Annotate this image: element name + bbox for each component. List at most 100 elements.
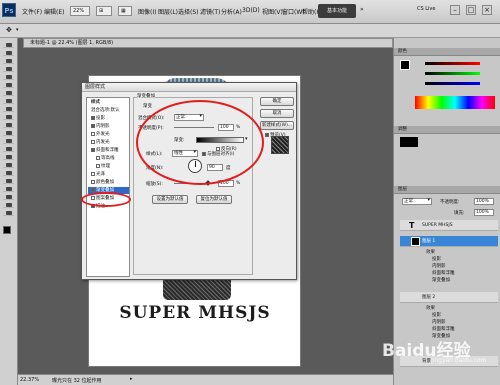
style-color-overlay[interactable]: 颜色叠加 [88,179,129,186]
layer2-effect[interactable]: 投影 [432,312,441,318]
cs-live-button[interactable]: CS Live [417,6,435,12]
green-slider[interactable] [425,72,480,75]
checkbox[interactable] [96,155,100,160]
layer1-effect[interactable]: 渐变叠加 [432,277,450,283]
dodge-tool-icon[interactable] [3,146,14,152]
checkbox[interactable] [91,123,95,128]
layer-fill-input[interactable]: 100% [474,209,494,216]
menu-image[interactable]: 图像(I) [138,7,156,16]
style-list-blend-options[interactable]: 混合选项:默认 [88,107,129,114]
layer1-effect[interactable]: 斜面和浮雕 [432,270,455,276]
layer2-effect[interactable]: 斜面和浮雕 [432,326,455,332]
color-spectrum-ramp[interactable] [415,96,495,109]
status-zoom[interactable]: 22.37% [20,377,39,383]
chevron-down-icon[interactable]: ▾ [16,27,19,33]
ok-button[interactable]: 确定 [260,97,294,106]
shape-tool-icon[interactable] [3,178,14,184]
move-tool-icon[interactable]: ✥ [6,26,12,34]
layer-opacity-input[interactable]: 100% [474,198,494,205]
eyedropper-tool-icon[interactable] [3,82,14,88]
checkbox[interactable] [96,163,100,168]
3d-rotate-tool-icon[interactable] [3,186,14,192]
arrange-documents-icon[interactable]: ▦ [118,6,132,16]
view-extras-icon[interactable]: ⊞ [96,6,112,16]
style-satin[interactable]: 光泽 [88,171,129,178]
checkbox[interactable] [91,171,95,176]
document-tab[interactable]: 未标题-1 @ 22.4% (图层 1, RGB/8) [23,38,393,48]
menu-edit[interactable]: 编辑(E) [44,7,64,16]
close-icon[interactable]: × [482,5,492,15]
menu-3d[interactable]: 3D(D) [242,7,260,14]
style-outer-glow[interactable]: 外发光 [88,131,129,138]
cancel-button[interactable]: 取消 [260,109,294,118]
layer-fill-label: 填充: [454,211,465,216]
panel-header-color[interactable]: 颜色 [394,48,500,56]
workspace-menu-icon[interactable]: » [360,6,364,13]
menu-select[interactable]: 选择(S) [178,7,199,16]
checkbox[interactable] [91,179,95,184]
percent-unit: % [236,181,241,186]
menu-filter[interactable]: 滤镜(T) [200,7,220,16]
style-list-header[interactable]: 样式 [88,99,129,106]
workspace-switcher[interactable]: 基本功能 [318,4,356,18]
checkbox[interactable] [91,187,95,192]
layer-row-layer2[interactable]: 图层 2 [400,292,498,303]
red-slider[interactable] [425,62,480,65]
style-inner-glow[interactable]: 内发光 [88,139,129,146]
type-tool-icon[interactable] [3,162,14,168]
menu-view[interactable]: 视图(V) [262,7,283,16]
blur-tool-icon[interactable] [3,138,14,144]
quick-select-tool-icon[interactable] [3,66,14,72]
crop-tool-icon[interactable] [3,74,14,80]
panel-header-layers[interactable]: 图层 [394,186,500,194]
history-brush-icon[interactable] [3,114,14,120]
minimize-icon[interactable]: – [450,5,460,15]
marquee-tool-icon[interactable] [3,50,14,56]
checkbox[interactable] [91,131,95,136]
3d-camera-tool-icon[interactable] [3,194,14,200]
checkbox[interactable] [91,115,95,120]
style-bevel-emboss[interactable]: 斜面和浮雕 [88,147,129,154]
style-contour[interactable]: 等高线 [88,155,129,162]
lasso-tool-icon[interactable] [3,58,14,64]
style-label: 纹理 [101,164,110,169]
path-select-tool-icon[interactable] [3,170,14,176]
healing-brush-icon[interactable] [3,90,14,96]
highlight-ellipse-settings [136,100,264,185]
blue-slider[interactable] [425,82,480,85]
zoom-level-box[interactable]: 22% [70,6,90,16]
pen-tool-icon[interactable] [3,154,14,160]
menu-file[interactable]: 文件(F) [22,7,42,16]
move-tool-icon[interactable] [3,42,14,48]
foreground-color-swatch[interactable] [3,226,11,234]
layer-blend-select[interactable]: 正常 [402,198,432,205]
brush-tool-icon[interactable] [3,98,14,104]
baidu-watermark-url: jingyan.baidu.com [431,357,487,364]
reset-default-button[interactable]: 复位为默认值 [196,195,232,204]
new-style-button[interactable]: 新建样式(W)... [260,121,294,130]
panel-header-adjust[interactable]: 调整 [394,126,500,134]
menu-analysis[interactable]: 分析(A) [221,7,242,16]
layer1-effect[interactable]: 投影 [432,256,441,262]
zoom-tool-icon[interactable] [3,210,14,216]
style-texture[interactable]: 纹理 [88,163,129,170]
style-label: 光泽 [96,172,105,177]
checkbox[interactable] [265,132,269,137]
panel-foreground-swatch[interactable] [400,60,410,70]
clone-stamp-icon[interactable] [3,106,14,112]
eraser-tool-icon[interactable] [3,122,14,128]
layer1-effect[interactable]: 内阴影 [432,263,446,269]
layer2-effect[interactable]: 内阴影 [432,319,446,325]
hand-tool-icon[interactable] [3,202,14,208]
status-arrow-icon[interactable]: ▸ [130,376,133,382]
style-inner-shadow[interactable]: 内阴影 [88,123,129,130]
set-default-button[interactable]: 设置为默认值 [152,195,188,204]
checkbox[interactable] [91,147,95,152]
checkbox[interactable] [91,139,95,144]
style-drop-shadow[interactable]: 投影 [88,115,129,122]
menu-layer[interactable]: 图层(L) [158,7,178,16]
menu-bar: Ps 文件(F) 编辑(E) 22% ⊞ ▦ 图像(I) 图层(L) 选择(S)… [0,0,500,24]
gradient-tool-icon[interactable] [3,130,14,136]
maximize-icon[interactable]: □ [466,5,476,15]
layer-row-text[interactable]: SUPER MHSJS [400,220,498,231]
